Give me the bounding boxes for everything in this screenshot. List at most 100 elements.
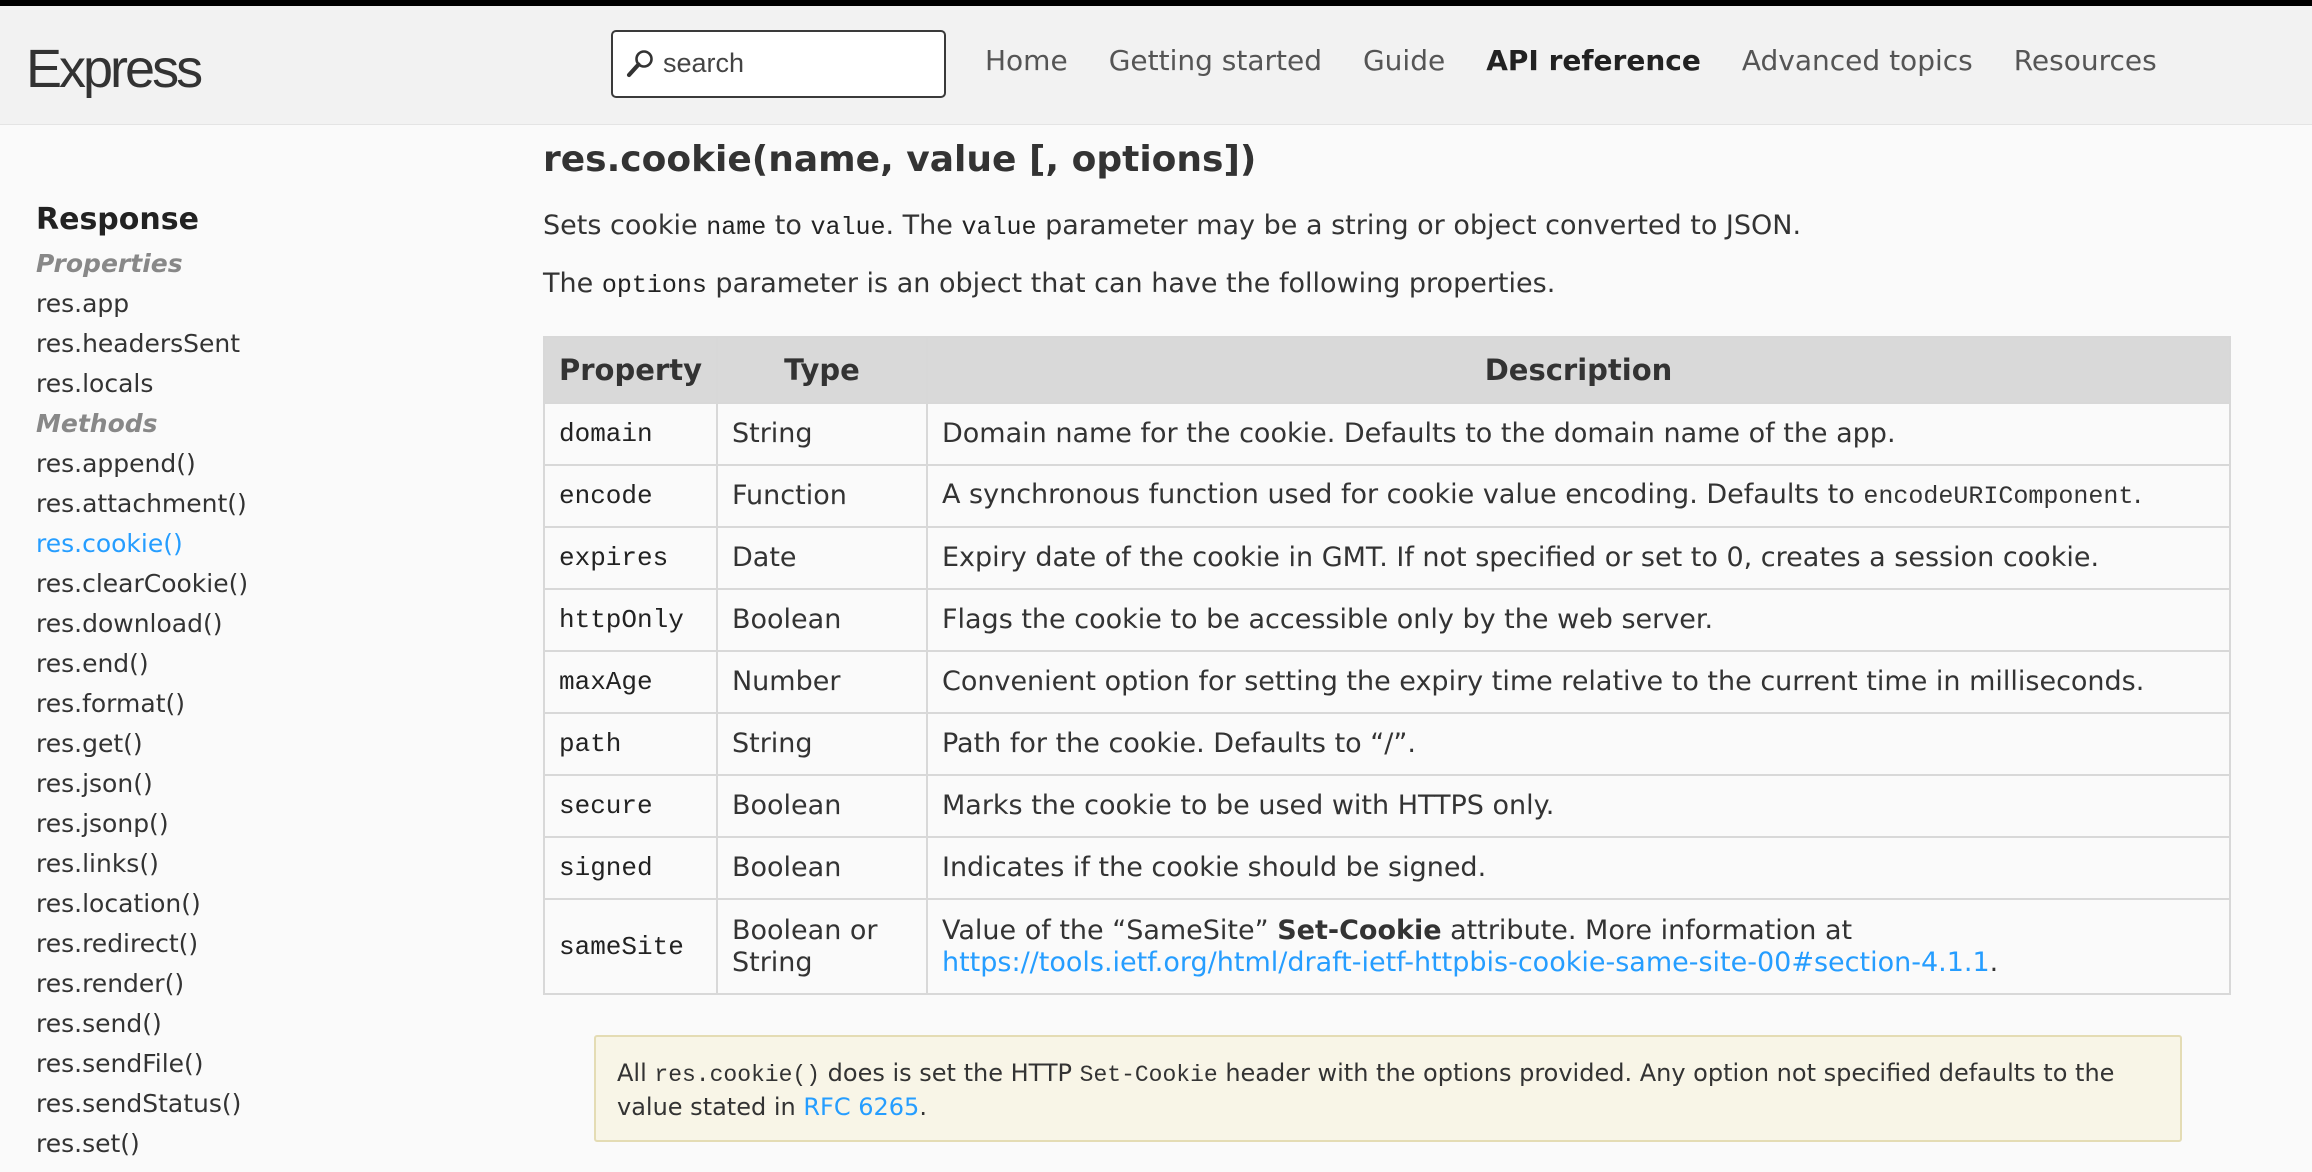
column-header-description: Description [925, 336, 2232, 404]
row-type: Boolean or String [715, 898, 928, 995]
row-type: Date [715, 526, 928, 590]
note-text-1: All [617, 1059, 655, 1087]
row-description-end: . [1989, 946, 1999, 978]
row-description-text: Value of the “SameSite” [941, 914, 1278, 946]
intro-code-name: name [706, 213, 767, 242]
row-description: Flags the cookie to be accessible only b… [925, 588, 2232, 652]
row-description-end: . [2133, 479, 2142, 510]
row-description-code: encodeURIComponent [1863, 482, 2134, 511]
table-row: httpOnly Boolean Flags the cookie to be … [543, 588, 2232, 652]
sidebar-item-res-download[interactable]: res.download() [36, 604, 436, 644]
table-row: domain String Domain name for the cookie… [543, 402, 2232, 466]
row-property: expires [543, 526, 718, 590]
table-row: expires Date Expiry date of the cookie i… [543, 526, 2232, 590]
table-row: encode Function A synchronous function u… [543, 464, 2232, 528]
nav-getting-started[interactable]: Getting started [1109, 44, 1322, 77]
sidebar-item-res-jsonp[interactable]: res.jsonp() [36, 804, 436, 844]
same-site-spec-link[interactable]: https://tools.ietf.org/html/draft-ietf-h… [942, 947, 1990, 978]
intro-code-value-2: value [961, 213, 1037, 242]
options-text-1: The [543, 268, 602, 299]
sidebar-item-res-get[interactable]: res.get() [36, 724, 436, 764]
row-property: encode [543, 464, 718, 528]
sidebar-item-res-links[interactable]: res.links() [36, 844, 436, 884]
info-note: All res.cookie() does is set the HTTP Se… [594, 1035, 2182, 1142]
table-row: path String Path for the cookie. Default… [543, 712, 2232, 776]
sidebar-item-res-set[interactable]: res.set() [36, 1124, 436, 1164]
sidebar-item-res-location[interactable]: res.location() [36, 884, 436, 924]
sidebar-item-res-render[interactable]: res.render() [36, 964, 436, 1004]
sidebar-item-res-sendfile[interactable]: res.sendFile() [36, 1044, 436, 1084]
sidebar-item-res-attachment[interactable]: res.attachment() [36, 484, 436, 524]
sidebar-category-properties: Properties [36, 249, 183, 278]
row-property: secure [543, 774, 718, 838]
row-type: String [715, 712, 928, 776]
search-box[interactable] [611, 30, 946, 98]
sidebar-item-res-locals[interactable]: res.locals [36, 364, 436, 404]
nav-api-reference[interactable]: API reference [1486, 44, 1701, 77]
nav-home[interactable]: Home [985, 44, 1068, 77]
intro-text-2: to [766, 210, 811, 241]
row-type: Boolean [715, 774, 928, 838]
nav-guide[interactable]: Guide [1363, 44, 1445, 77]
row-property: path [543, 712, 718, 776]
row-type: Boolean [715, 836, 928, 900]
column-header-property: Property [543, 336, 718, 404]
sidebar-item-res-append[interactable]: res.append() [36, 444, 436, 484]
note-text-2: does is set the HTTP [820, 1059, 1080, 1087]
options-text-2: parameter is an object that can have the… [706, 268, 1556, 299]
table-row: signed Boolean Indicates if the cookie s… [543, 836, 2232, 900]
row-description: Path for the cookie. Defaults to “/”. [925, 712, 2232, 776]
row-type: Function [715, 464, 928, 528]
row-property: sameSite [543, 898, 718, 995]
table-header-row: Property Type Description [543, 336, 2232, 404]
sidebar-item-res-json[interactable]: res.json() [36, 764, 436, 804]
sidebar-item-res-cookie[interactable]: res.cookie() [36, 524, 436, 564]
row-description-mid: attribute. More information at [1441, 914, 1853, 946]
row-description-bold: Set-Cookie [1277, 914, 1442, 946]
row-property: domain [543, 402, 718, 466]
row-type: Boolean [715, 588, 928, 652]
search-icon [626, 50, 653, 78]
row-description: A synchronous function used for cookie v… [925, 464, 2232, 528]
express-logo[interactable]: Express [26, 38, 203, 100]
sidebar-category-methods: Methods [36, 409, 158, 438]
intro-text-3: . The [885, 210, 962, 241]
sidebar-title[interactable]: Response [36, 200, 436, 244]
row-description: Marks the cookie to be used with HTTPS o… [925, 774, 2232, 838]
intro-text-1: Sets cookie [543, 210, 707, 241]
top-navbar: Express Home Getting started Guide API r… [0, 0, 2312, 125]
sidebar-item-res-clearcookie[interactable]: res.clearCookie() [36, 564, 436, 604]
main-nav: Home Getting started Guide API reference… [985, 44, 2198, 77]
nav-resources[interactable]: Resources [2014, 44, 2157, 77]
sidebar-item-res-redirect[interactable]: res.redirect() [36, 924, 436, 964]
row-description: Domain name for the cookie. Defaults to … [925, 402, 2232, 466]
row-description-text: A synchronous function used for cookie v… [941, 479, 1864, 510]
sidebar-item-res-app[interactable]: res.app [36, 284, 436, 324]
page-title: res.cookie(name, value [, options]) [543, 139, 1257, 180]
table-row: maxAge Number Convenient option for sett… [543, 650, 2232, 714]
intro-code-value: value [810, 213, 886, 242]
note-text-4: . [919, 1093, 927, 1121]
row-property: signed [543, 836, 718, 900]
row-description: Indicates if the cookie should be signed… [925, 836, 2232, 900]
main-content: res.cookie(name, value [, options]) Sets… [543, 136, 2233, 306]
intro-text-4: parameter may be a string or object conv… [1036, 210, 1802, 241]
sidebar-item-res-format[interactable]: res.format() [36, 684, 436, 724]
options-code: options [601, 271, 707, 300]
sidebar-item-res-end[interactable]: res.end() [36, 644, 436, 684]
rfc-6265-link[interactable]: RFC 6265 [803, 1093, 919, 1121]
options-paragraph: The options parameter is an object that … [543, 264, 2233, 306]
row-property: httpOnly [543, 588, 718, 652]
nav-advanced-topics[interactable]: Advanced topics [1742, 44, 1973, 77]
intro-paragraph: Sets cookie name to value. The value par… [543, 206, 2233, 248]
column-header-type: Type [715, 336, 928, 404]
options-table: Property Type Description domain String … [543, 336, 2232, 995]
sidebar-item-res-send[interactable]: res.send() [36, 1004, 436, 1044]
table-row: secure Boolean Marks the cookie to be us… [543, 774, 2232, 838]
search-input[interactable] [663, 43, 933, 83]
sidebar-item-res-headerssent[interactable]: res.headersSent [36, 324, 436, 364]
row-description: Expiry date of the cookie in GMT. If not… [925, 526, 2232, 590]
note-code-res-cookie: res.cookie() [654, 1062, 821, 1088]
sidebar: Response Properties res.app res.headersS… [36, 200, 436, 1164]
sidebar-item-res-sendstatus[interactable]: res.sendStatus() [36, 1084, 436, 1124]
